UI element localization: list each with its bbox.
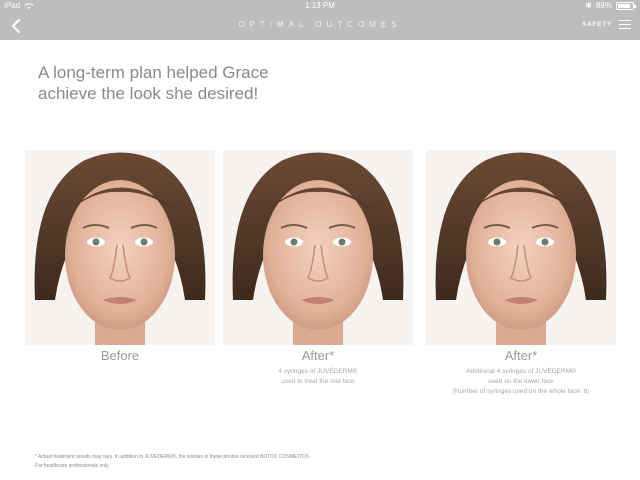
after-photo-1: [223, 150, 413, 345]
caption-line: 4 syringes of JUVÉDERM®: [278, 368, 358, 375]
caption-after-2-detail: Additional 4 syringes of JUVÉDERM® used …: [416, 367, 626, 397]
caption-after-2: After*: [504, 348, 538, 363]
caption-line: used on the lower face: [488, 378, 554, 385]
bluetooth-icon: ✱: [585, 1, 592, 10]
before-photo: [25, 150, 215, 345]
after-photo-2: [426, 150, 616, 345]
safety-button[interactable]: SAFETY: [582, 22, 612, 28]
status-bar: iPad 1:13 PM ✱ 88%: [0, 0, 640, 12]
battery-percent: 88%: [595, 1, 612, 10]
caption-after-1-detail: 4 syringes of JUVÉDERM® used to treat th…: [223, 367, 413, 387]
menu-icon[interactable]: [619, 20, 631, 32]
footnote: * Actual treatment results may vary. In …: [35, 453, 310, 471]
nav-bar: OPTIMAL OUTCOMES SAFETY: [0, 12, 640, 40]
clock: 1:13 PM: [305, 1, 335, 10]
caption-line: used to treat the mid face: [281, 378, 355, 385]
headline: A long-term plan helped Grace achieve th…: [38, 62, 338, 104]
page-title: OPTIMAL OUTCOMES: [238, 20, 402, 29]
battery-icon: [616, 1, 636, 10]
footnote-audience: For healthcare professionals only.: [35, 463, 110, 469]
caption-before: Before: [100, 348, 140, 363]
caption-after-1: After*: [301, 348, 335, 363]
caption-line: (Number of syringes used on the whole fa…: [452, 388, 590, 395]
footnote-disclaimer: * Actual treatment results may vary. In …: [35, 454, 311, 460]
headline-line-1: A long-term plan helped Grace: [38, 63, 269, 82]
headline-line-2: achieve the look she desired!: [38, 84, 259, 103]
caption-line: Additional 4 syringes of JUVÉDERM®: [466, 368, 576, 375]
